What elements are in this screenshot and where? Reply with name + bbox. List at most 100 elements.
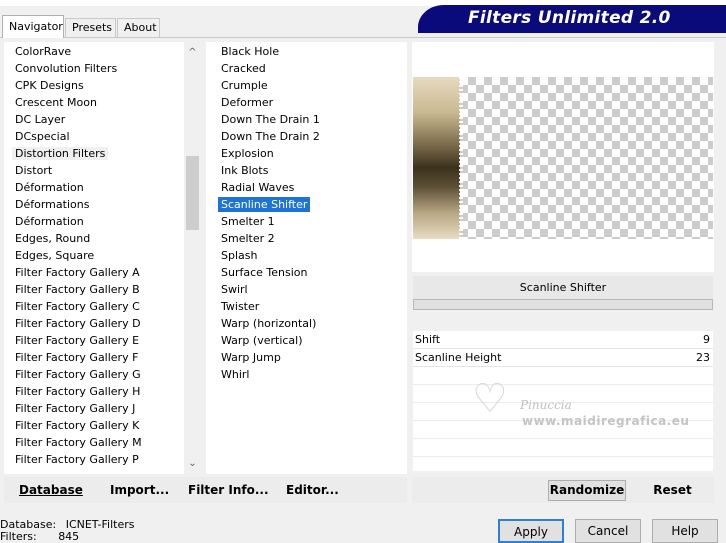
param-label: Shift [415,333,441,346]
category-item-label: Filter Factory Gallery D [15,317,141,330]
help-button[interactable]: Help [652,519,718,543]
category-item[interactable]: Filter Factory Gallery H [4,383,201,400]
category-item[interactable]: Filter Factory Gallery B [4,281,201,298]
category-item[interactable]: Filter Factory Gallery G [4,366,201,383]
category-item[interactable]: Filter Factory Gallery D [4,315,201,332]
category-item[interactable]: Filter Factory Gallery M [4,434,201,451]
apply-button[interactable]: Apply [498,519,564,543]
category-item[interactable]: Déformation [4,213,201,230]
right-button-bar: Randomize Reset [412,477,714,503]
category-item[interactable]: Distortion Filters [4,145,201,162]
category-item[interactable]: Filter Factory Gallery E [4,332,201,349]
filter-item[interactable]: Smelter 2 [206,230,407,247]
category-item-label: Filter Factory Gallery H [15,385,141,398]
category-item[interactable]: DC Layer [4,111,201,128]
filter-item[interactable]: Explosion [206,145,407,162]
scroll-down-icon[interactable]: ⌄ [184,455,201,472]
category-item[interactable]: Filter Factory Gallery K [4,417,201,434]
filter-item-label: Swirl [221,283,248,296]
category-item-label: Filter Factory Gallery F [15,351,139,364]
filter-item-label: Surface Tension [221,266,308,279]
filter-item[interactable]: Crumple [206,77,407,94]
filter-item[interactable]: Smelter 1 [206,213,407,230]
category-item[interactable]: Déformations [4,196,201,213]
param-divider [413,438,713,439]
filter-item-label: Splash [221,249,258,262]
filter-item[interactable]: Black Hole [206,43,407,60]
category-scrollbar[interactable]: ^ ⌄ [184,42,201,474]
filter-item[interactable]: Warp (vertical) [206,332,407,349]
filter-item[interactable]: Down The Drain 1 [206,111,407,128]
database-button-label: Database [19,483,83,497]
filter-item-label: Scanline Shifter [218,197,311,212]
filter-info-button-label: Filter Info... [188,483,269,497]
editor-button-label: Editor... [286,483,339,497]
filter-item[interactable]: Deformer [206,94,407,111]
filter-item-label: Down The Drain 2 [221,130,320,143]
filter-item[interactable]: Cracked [206,60,407,77]
left-button-bar: Database Import... Filter Info... Editor… [4,477,407,503]
category-item[interactable]: Filter Factory Gallery C [4,298,201,315]
status-area: Database: ICNET-Filters Filters: 845 [0,519,200,543]
tab-presets[interactable]: Presets [65,18,116,37]
category-item[interactable]: Filter Factory Gallery F [4,349,201,366]
filter-name-divider [413,299,713,310]
database-button[interactable]: Database [19,477,83,503]
filter-item[interactable]: Radial Waves [206,179,407,196]
category-item[interactable]: Crescent Moon [4,94,201,111]
filter-item[interactable]: Whirl [206,366,407,383]
category-item-label: ColorRave [15,45,72,58]
filter-item[interactable]: Swirl [206,281,407,298]
import-button[interactable]: Import... [110,477,169,503]
filter-item[interactable]: Surface Tension [206,264,407,281]
status-filters-row: Filters: 845 [0,531,200,543]
app-title-banner: Filters Unlimited 2.0 [418,5,726,33]
filter-item[interactable]: Splash [206,247,407,264]
category-list: ColorRave Convolution Filters CPK Designs C… [4,43,201,468]
category-item[interactable]: Filter Factory Gallery P [4,451,201,468]
category-item[interactable]: Convolution Filters [4,60,201,77]
tab-about[interactable]: About [117,18,160,37]
filter-item[interactable]: Down The Drain 2 [206,128,407,145]
filter-item[interactable]: Ink Blots [206,162,407,179]
param-row-scanline-height[interactable]: Scanline Height 23 [413,349,713,367]
param-row-shift[interactable]: Shift 9 [413,331,713,349]
category-item[interactable]: Edges, Square [4,247,201,264]
category-item-label: Filter Factory Gallery P [15,453,139,466]
cancel-button[interactable]: Cancel [575,519,641,543]
filter-item-label: Smelter 1 [221,215,275,228]
scrollbar-thumb[interactable] [186,156,199,230]
filter-item[interactable]: Warp Jump [206,349,407,366]
category-item[interactable]: Filter Factory Gallery A [4,264,201,281]
category-item[interactable]: Filter Factory Gallery J [4,400,201,417]
filter-item-label: Ink Blots [221,164,269,177]
scroll-up-icon[interactable]: ^ [184,44,201,61]
filter-item[interactable]: Twister [206,298,407,315]
filter-item[interactable]: Scanline Shifter [206,196,407,213]
category-item[interactable]: Distort [4,162,201,179]
tab-navigator[interactable]: Navigator [2,15,64,38]
category-item[interactable]: ColorRave [4,43,201,60]
randomize-button[interactable]: Randomize [548,480,626,501]
filter-item-label: Whirl [221,368,250,381]
category-item-label: Filter Factory Gallery C [15,300,140,313]
category-item-label: Edges, Round [15,232,91,245]
filter-info-button[interactable]: Filter Info... [188,477,269,503]
category-item-label: Filter Factory Gallery M [15,436,142,449]
transparency-checkerboard [460,77,713,239]
category-item[interactable]: CPK Designs [4,77,201,94]
category-item[interactable]: DCspecial [4,128,201,145]
category-item[interactable]: Déformation [4,179,201,196]
preview-texture-strip [413,77,463,239]
editor-button[interactable]: Editor... [286,477,339,503]
parameter-panel: Shift 9 Scanline Height 23 [413,331,713,471]
filter-item[interactable]: Warp (horizontal) [206,315,407,332]
category-item-label: Déformations [15,198,90,211]
filter-name-label: Scanline Shifter [413,276,713,300]
category-item[interactable]: Edges, Round [4,230,201,247]
category-item-label: DCspecial [15,130,70,143]
param-divider [413,456,713,457]
reset-button[interactable]: Reset [640,480,705,501]
category-item-label: DC Layer [15,113,66,126]
status-filters-value: 845 [58,530,80,543]
